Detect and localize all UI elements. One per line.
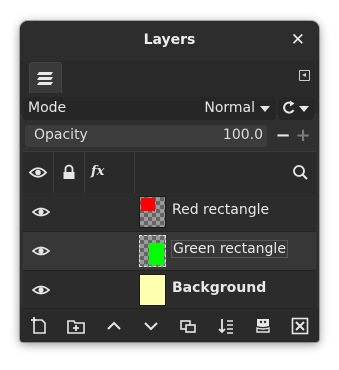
new-group-button[interactable] — [65, 315, 87, 337]
layer-row-green-rectangle[interactable]: Green rectangle — [23, 232, 316, 271]
opacity-value: 100.0 — [222, 127, 263, 143]
delete-layer-icon — [291, 317, 309, 335]
delete-layer-button[interactable] — [289, 315, 311, 337]
layer-name: Red rectangle — [172, 202, 270, 218]
lower-layer-icon — [144, 322, 158, 331]
mask-icon — [256, 319, 270, 333]
visibility-icon — [28, 167, 48, 178]
new-layer-button[interactable] — [28, 315, 50, 337]
composite-mode-button[interactable] — [278, 97, 314, 120]
eye-icon[interactable] — [32, 245, 50, 257]
effects-icon: fx — [91, 164, 105, 179]
lower-layer-button[interactable] — [140, 315, 162, 337]
layer-name: Background — [172, 280, 267, 296]
layer-thumbnail — [139, 274, 166, 306]
tab-layers[interactable] — [29, 62, 62, 93]
search-button[interactable] — [286, 152, 316, 193]
duplicate-layer-icon — [180, 320, 196, 333]
merge-down-button[interactable] — [214, 315, 236, 337]
new-layer-icon — [31, 317, 46, 334]
mode-select[interactable]: Mode Normal — [23, 97, 276, 120]
opacity-spinner[interactable]: Opacity 100.0 — [25, 125, 267, 147]
lock-icon — [63, 164, 75, 179]
layer-actions-bar — [20, 309, 319, 342]
header-effects[interactable]: fx — [85, 152, 135, 193]
header-visibility[interactable] — [23, 152, 54, 193]
add-mask-button[interactable] — [252, 315, 274, 337]
opacity-increment-button[interactable]: + — [294, 127, 312, 145]
layer-row-background[interactable]: Background — [23, 271, 316, 309]
layer-name: Green rectangle — [171, 240, 288, 258]
eye-icon[interactable] — [32, 206, 50, 218]
merge-down-icon — [218, 319, 233, 334]
title-bar[interactable]: Layers ✕ — [20, 21, 319, 61]
opacity-label: Opacity — [34, 127, 88, 143]
layers-dialog: Layers ✕ Mode Normal Opacity 100.0 − + f… — [20, 21, 319, 342]
eye-icon[interactable] — [32, 284, 50, 296]
layer-list-header: fx — [23, 151, 316, 194]
raise-layer-button[interactable] — [103, 315, 125, 337]
layer-thumbnail — [139, 235, 166, 267]
header-lock[interactable] — [54, 152, 85, 193]
close-icon[interactable]: ✕ — [291, 30, 305, 50]
window-title: Layers — [143, 32, 196, 48]
layer-thumbnail — [139, 196, 166, 228]
composite-mode-icon — [283, 100, 309, 114]
duplicate-layer-button[interactable] — [177, 315, 199, 337]
layer-row-red-rectangle[interactable]: Red rectangle — [23, 193, 316, 232]
tab-menu-icon[interactable] — [299, 70, 310, 81]
opacity-decrement-button[interactable]: − — [274, 127, 292, 145]
layers-stack-icon — [37, 72, 53, 85]
mode-value: Normal — [204, 100, 255, 116]
new-group-icon — [67, 320, 85, 334]
raise-layer-icon — [107, 321, 121, 330]
chevron-down-icon — [260, 106, 270, 112]
mode-label: Mode — [28, 100, 67, 116]
search-icon — [293, 165, 308, 180]
